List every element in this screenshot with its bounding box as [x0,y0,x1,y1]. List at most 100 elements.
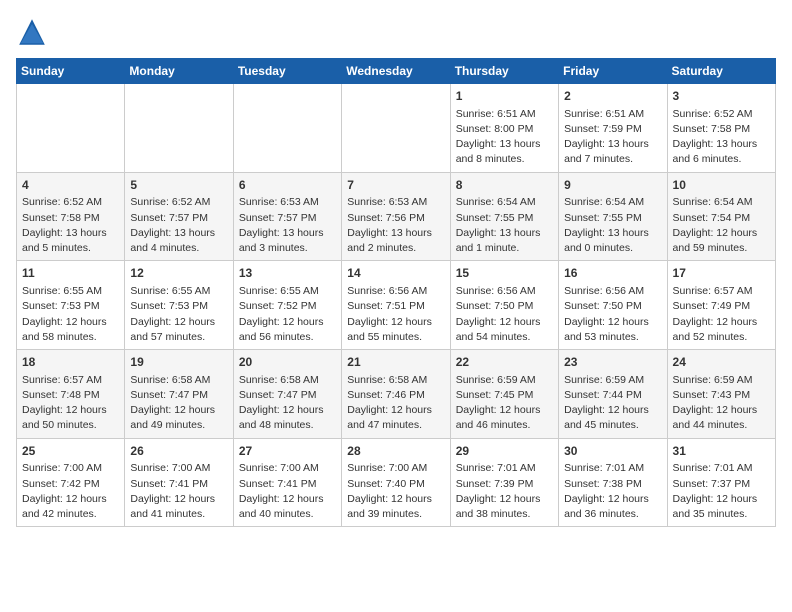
calendar-cell: 22Sunrise: 6:59 AM Sunset: 7:45 PM Dayli… [450,350,558,439]
day-number: 30 [564,443,661,460]
calendar-cell: 26Sunrise: 7:00 AM Sunset: 7:41 PM Dayli… [125,438,233,527]
calendar-cell: 21 Sunrise: 6:58 AM Sunset: 7:46 PM Dayli… [342,350,450,439]
day-info: Sunrise: 7:00 AM Sunset: 7:41 PM Dayligh… [130,461,227,522]
day-info: Sunrise: 7:01 AM Sunset: 7:37 PM Dayligh… [673,461,770,522]
day-of-week-wednesday: Wednesday [342,59,450,84]
calendar-cell: 28Sunrise: 7:00 AM Sunset: 7:40 PM Dayli… [342,438,450,527]
day-number: 1 [456,88,553,105]
calendar-cell: 4Sunrise: 6:52 AM Sunset: 7:58 PM Daylig… [17,172,125,261]
day-info: Sunrise: 6:56 AM Sunset: 7:50 PM Dayligh… [564,284,661,345]
day-number: 31 [673,443,770,460]
day-number: 8 [456,177,553,194]
calendar-cell: 24 Sunrise: 6:59 AM Sunset: 7:43 PM Dayli… [667,350,775,439]
day-info: Sunrise: 6:55 AM Sunset: 7:53 PM Dayligh… [130,284,227,345]
calendar-week-5: 25Sunrise: 7:00 AM Sunset: 7:42 PM Dayli… [17,438,776,527]
day-number: 27 [239,443,336,460]
day-info: Sunrise: 6:54 AM Sunset: 7:55 PM Dayligh… [564,195,661,256]
calendar-cell [233,84,341,173]
day-info: Sunrise: 6:57 AM Sunset: 7:48 PM Dayligh… [22,373,119,434]
day-info: Sunrise: 6:59 AM Sunset: 7:44 PM Dayligh… [564,373,661,434]
day-number: 5 [130,177,227,194]
day-of-week-monday: Monday [125,59,233,84]
day-number: 17 [673,265,770,282]
day-info: Sunrise: 6:51 AM Sunset: 8:00 PM Dayligh… [456,107,553,168]
day-info: Sunrise: 6:58 AM Sunset: 7:47 PM Dayligh… [239,373,336,434]
calendar-cell: 18 Sunrise: 6:57 AM Sunset: 7:48 PM Dayli… [17,350,125,439]
calendar-cell: 12 Sunrise: 6:55 AM Sunset: 7:53 PM Dayli… [125,261,233,350]
day-number: 6 [239,177,336,194]
day-info: Sunrise: 6:54 AM Sunset: 7:54 PM Dayligh… [673,195,770,256]
day-info: Sunrise: 6:56 AM Sunset: 7:50 PM Dayligh… [456,284,553,345]
day-number: 7 [347,177,444,194]
day-number: 29 [456,443,553,460]
calendar-cell: 10Sunrise: 6:54 AM Sunset: 7:54 PM Dayli… [667,172,775,261]
calendar-cell: 7Sunrise: 6:53 AM Sunset: 7:56 PM Daylig… [342,172,450,261]
calendar-cell [125,84,233,173]
logo-icon [16,16,48,48]
day-number: 18 [22,354,119,371]
calendar-cell: 6Sunrise: 6:53 AM Sunset: 7:57 PM Daylig… [233,172,341,261]
calendar-cell: 30Sunrise: 7:01 AM Sunset: 7:38 PM Dayli… [559,438,667,527]
day-number: 22 [456,354,553,371]
day-number: 13 [239,265,336,282]
page-header [16,16,776,48]
day-info: Sunrise: 6:53 AM Sunset: 7:56 PM Dayligh… [347,195,444,256]
calendar-cell: 2Sunrise: 6:51 AM Sunset: 7:59 PM Daylig… [559,84,667,173]
calendar-cell: 13Sunrise: 6:55 AM Sunset: 7:52 PM Dayli… [233,261,341,350]
calendar-body: 1 Sunrise: 6:51 AM Sunset: 8:00 PM Daylig… [17,84,776,527]
day-info: Sunrise: 6:58 AM Sunset: 7:46 PM Dayligh… [347,373,444,434]
day-info: Sunrise: 6:57 AM Sunset: 7:49 PM Dayligh… [673,284,770,345]
calendar-cell: 3 Sunrise: 6:52 AM Sunset: 7:58 PM Daylig… [667,84,775,173]
day-info: Sunrise: 6:52 AM Sunset: 7:57 PM Dayligh… [130,195,227,256]
day-of-week-tuesday: Tuesday [233,59,341,84]
day-info: Sunrise: 7:00 AM Sunset: 7:41 PM Dayligh… [239,461,336,522]
day-of-week-thursday: Thursday [450,59,558,84]
day-of-week-sunday: Sunday [17,59,125,84]
day-number: 3 [673,88,770,105]
day-number: 12 [130,265,227,282]
calendar-week-3: 11 Sunrise: 6:55 AM Sunset: 7:53 PM Dayli… [17,261,776,350]
calendar-cell: 5Sunrise: 6:52 AM Sunset: 7:57 PM Daylig… [125,172,233,261]
calendar-cell: 11 Sunrise: 6:55 AM Sunset: 7:53 PM Dayli… [17,261,125,350]
day-number: 14 [347,265,444,282]
day-info: Sunrise: 6:53 AM Sunset: 7:57 PM Dayligh… [239,195,336,256]
calendar-cell: 25Sunrise: 7:00 AM Sunset: 7:42 PM Dayli… [17,438,125,527]
day-number: 2 [564,88,661,105]
calendar-cell: 16 Sunrise: 6:56 AM Sunset: 7:50 PM Dayli… [559,261,667,350]
day-info: Sunrise: 7:00 AM Sunset: 7:42 PM Dayligh… [22,461,119,522]
day-info: Sunrise: 6:54 AM Sunset: 7:55 PM Dayligh… [456,195,553,256]
day-number: 10 [673,177,770,194]
day-number: 11 [22,265,119,282]
calendar-cell: 27Sunrise: 7:00 AM Sunset: 7:41 PM Dayli… [233,438,341,527]
day-info: Sunrise: 6:52 AM Sunset: 7:58 PM Dayligh… [673,107,770,168]
calendar-cell [342,84,450,173]
day-number: 15 [456,265,553,282]
calendar-cell: 1 Sunrise: 6:51 AM Sunset: 8:00 PM Daylig… [450,84,558,173]
calendar-cell: 23Sunrise: 6:59 AM Sunset: 7:44 PM Dayli… [559,350,667,439]
calendar-cell: 15 Sunrise: 6:56 AM Sunset: 7:50 PM Dayli… [450,261,558,350]
calendar-cell: 8Sunrise: 6:54 AM Sunset: 7:55 PM Daylig… [450,172,558,261]
day-number: 26 [130,443,227,460]
day-info: Sunrise: 7:01 AM Sunset: 7:39 PM Dayligh… [456,461,553,522]
day-number: 16 [564,265,661,282]
day-number: 25 [22,443,119,460]
day-number: 24 [673,354,770,371]
day-info: Sunrise: 6:56 AM Sunset: 7:51 PM Dayligh… [347,284,444,345]
logo [16,16,52,48]
day-number: 21 [347,354,444,371]
calendar-cell: 31Sunrise: 7:01 AM Sunset: 7:37 PM Dayli… [667,438,775,527]
day-number: 4 [22,177,119,194]
day-number: 9 [564,177,661,194]
day-number: 20 [239,354,336,371]
day-number: 28 [347,443,444,460]
calendar-cell: 9Sunrise: 6:54 AM Sunset: 7:55 PM Daylig… [559,172,667,261]
calendar-cell: 14 Sunrise: 6:56 AM Sunset: 7:51 PM Dayli… [342,261,450,350]
calendar-week-4: 18 Sunrise: 6:57 AM Sunset: 7:48 PM Dayli… [17,350,776,439]
calendar-cell [17,84,125,173]
calendar-cell: 17 Sunrise: 6:57 AM Sunset: 7:49 PM Dayli… [667,261,775,350]
day-info: Sunrise: 6:58 AM Sunset: 7:47 PM Dayligh… [130,373,227,434]
calendar-cell: 20 Sunrise: 6:58 AM Sunset: 7:47 PM Dayli… [233,350,341,439]
calendar-header: SundayMondayTuesdayWednesdayThursdayFrid… [17,59,776,84]
day-info: Sunrise: 6:55 AM Sunset: 7:53 PM Dayligh… [22,284,119,345]
day-info: Sunrise: 6:59 AM Sunset: 7:43 PM Dayligh… [673,373,770,434]
